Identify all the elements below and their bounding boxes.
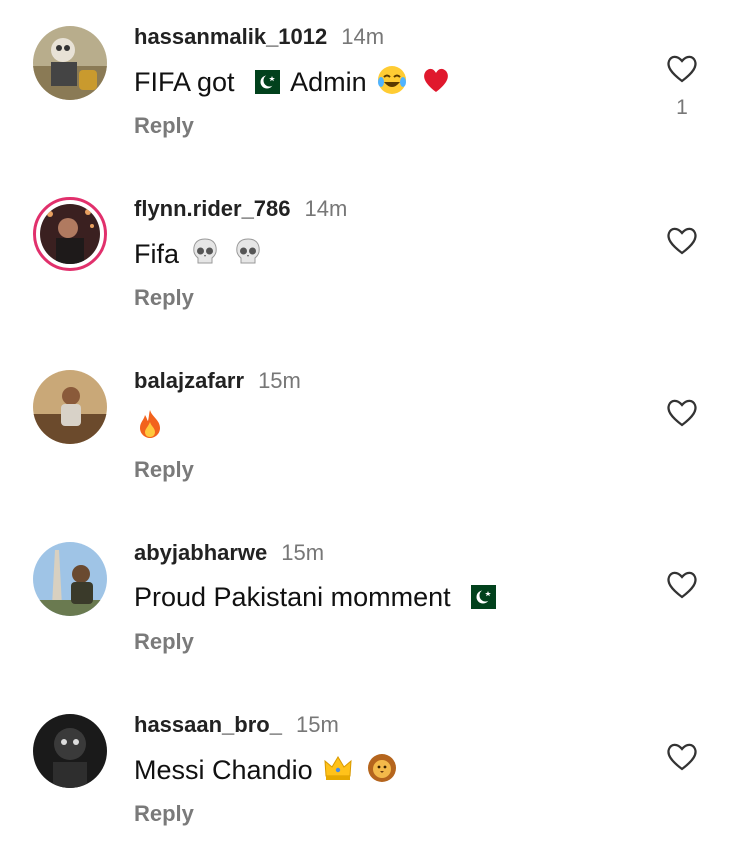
comment-item: hassaan_bro_ 15m Messi Chandio Reply: [0, 688, 740, 860]
like-heart-icon[interactable]: [664, 396, 700, 428]
like-count: 1: [676, 96, 688, 119]
comment-text: Fifa: [134, 236, 266, 271]
timestamp: 14m: [304, 196, 348, 221]
avatar[interactable]: [33, 714, 107, 788]
skull-icon: [236, 238, 260, 264]
avatar-image: [33, 26, 107, 100]
like-heart-icon[interactable]: [664, 568, 700, 600]
comment-text-part: Proud Pakistani momment: [134, 582, 451, 612]
comment-meta: balajzafarr 15m: [134, 368, 301, 394]
avatar[interactable]: [33, 370, 107, 444]
reply-button[interactable]: Reply: [134, 457, 194, 483]
like-heart-icon[interactable]: [664, 224, 700, 256]
comment-item: balajzafarr 15m Reply: [0, 344, 740, 516]
comment-text: FIFA got Admin: [134, 64, 454, 99]
avatar-image: [33, 714, 107, 788]
timestamp: 15m: [281, 540, 325, 565]
pakistan-flag-icon: [462, 585, 497, 609]
timestamp: 15m: [258, 368, 301, 393]
timestamp: 15m: [295, 712, 339, 737]
username[interactable]: flynn.rider_786: [134, 196, 291, 221]
avatar[interactable]: [33, 26, 107, 100]
comment-meta: abyjabharwe 15m: [134, 540, 324, 566]
avatar[interactable]: [33, 197, 107, 271]
username[interactable]: hassaan_bro_: [134, 712, 282, 737]
username[interactable]: balajzafarr: [134, 368, 244, 393]
pakistan-flag-icon: [246, 70, 281, 94]
like-heart-icon[interactable]: [664, 740, 700, 772]
reply-button[interactable]: Reply: [134, 285, 194, 311]
skull-icon: [192, 238, 217, 264]
username[interactable]: abyjabharwe: [134, 540, 267, 565]
comment-text: Proud Pakistani momment: [134, 580, 500, 614]
comment-item: flynn.rider_786 14m Fifa Reply: [0, 172, 740, 344]
comment-text-part: FIFA got: [134, 67, 235, 97]
reply-button[interactable]: Reply: [134, 801, 194, 827]
avatar-image: [33, 542, 107, 616]
username[interactable]: hassanmalik_1012: [134, 24, 327, 49]
avatar[interactable]: [33, 542, 107, 616]
comment-meta: hassanmalik_1012 14m: [134, 24, 384, 50]
comment-item: abyjabharwe 15m Proud Pakistani momment R…: [0, 516, 740, 688]
crown-icon: [324, 756, 352, 780]
fire-icon: [140, 410, 160, 438]
tears-of-joy-icon: [378, 66, 407, 94]
comment-meta: hassaan_bro_ 15m: [134, 712, 339, 738]
comment-text: Messi Chandio: [134, 752, 400, 787]
comment-text-part: Messi Chandio: [134, 755, 313, 785]
comment-text-part: Fifa: [134, 239, 180, 269]
avatar-image: [33, 370, 107, 444]
red-heart-icon: [423, 68, 448, 92]
reply-button[interactable]: Reply: [134, 113, 194, 139]
comment-item: hassanmalik_1012 14m FIFA got Admin Reply…: [0, 0, 740, 172]
comment-meta: flynn.rider_786 14m: [134, 196, 347, 222]
like-heart-icon[interactable]: [664, 52, 700, 84]
timestamp: 14m: [341, 24, 385, 49]
comment-text-part: Admin: [290, 67, 367, 97]
comment-text: [134, 408, 168, 443]
lion-face-icon: [367, 754, 396, 782]
reply-button[interactable]: Reply: [134, 629, 194, 655]
avatar-image: [40, 204, 100, 264]
